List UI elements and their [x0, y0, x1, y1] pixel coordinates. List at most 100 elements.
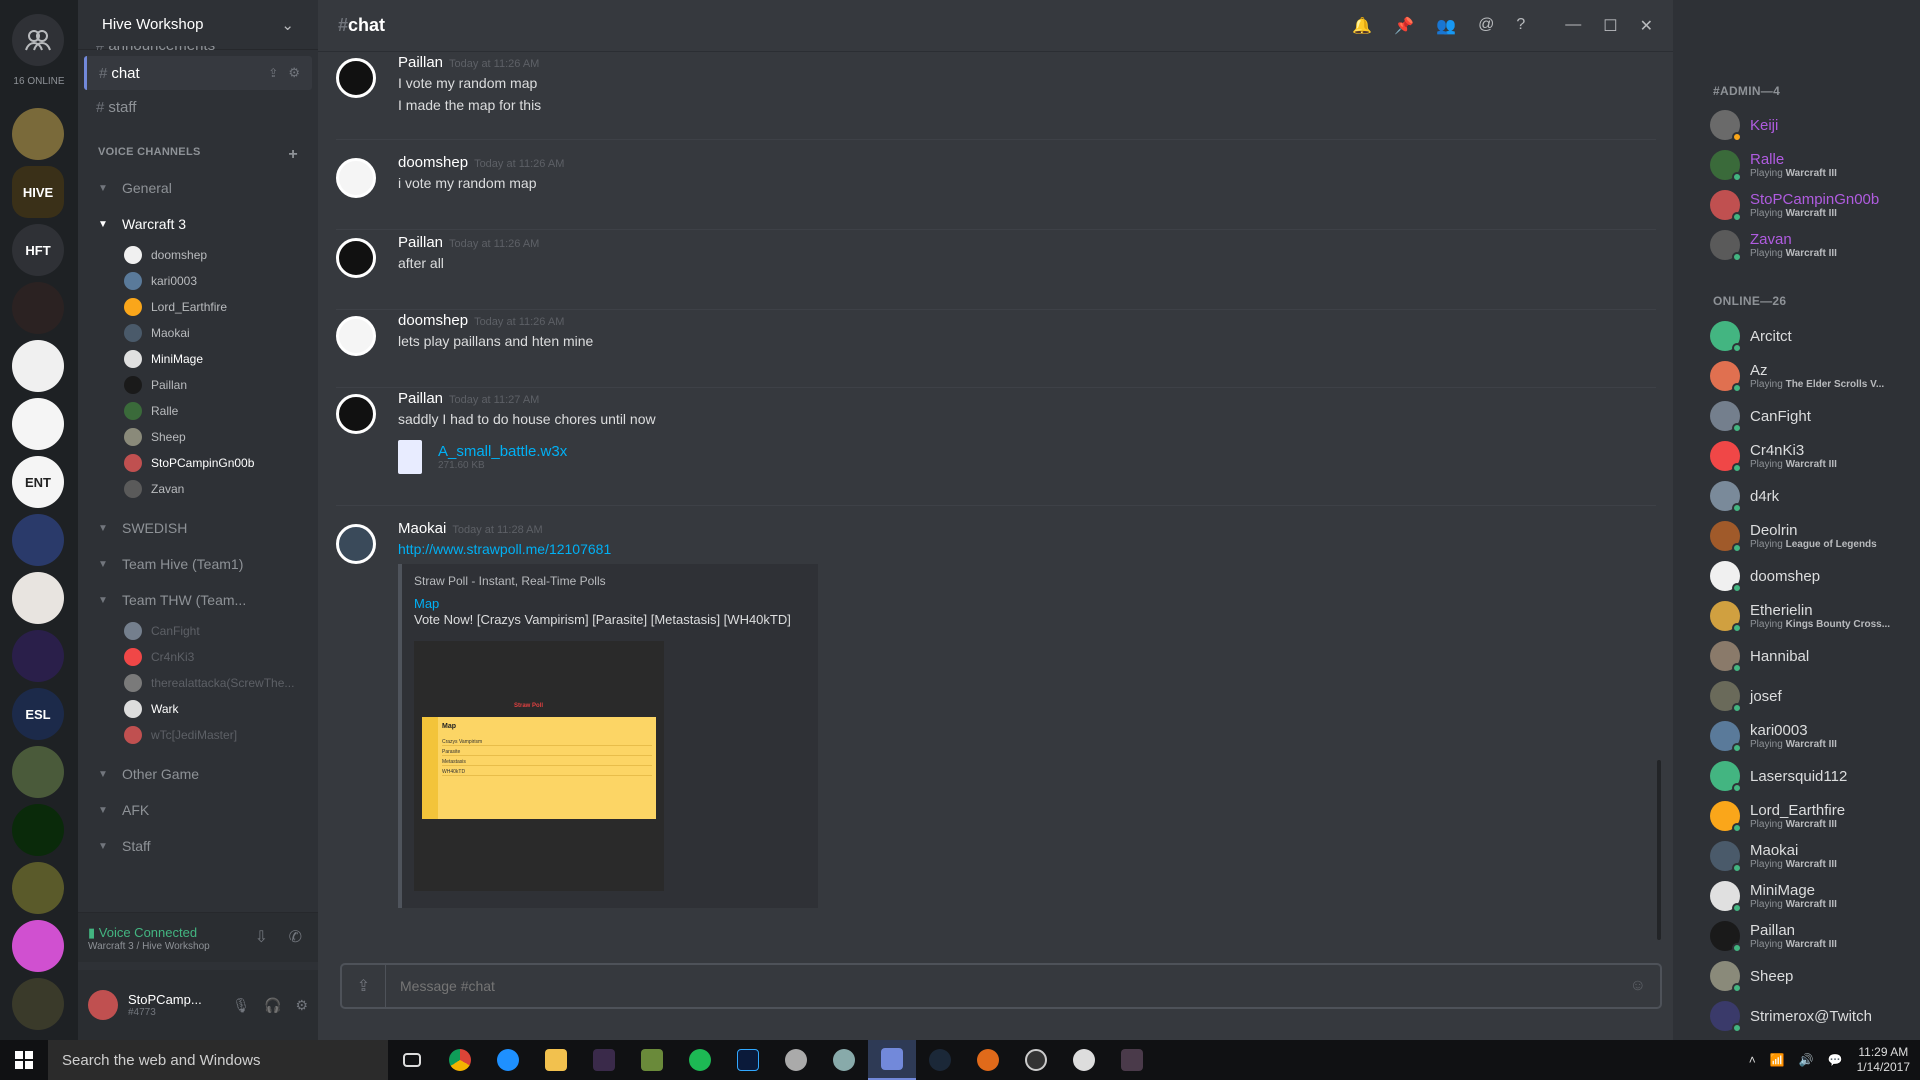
voice-user[interactable]: kari0003	[78, 268, 318, 294]
embed-image[interactable]: Straw Poll Map Crazys Vampirism Parasite Met…	[414, 641, 664, 891]
voice-user[interactable]: Zavan	[78, 476, 318, 502]
member-item[interactable]: Hannibal	[1710, 637, 1920, 675]
voice-user[interactable]: wTc[JediMaster]	[78, 722, 318, 748]
volume-icon[interactable]: 🔊	[1799, 1053, 1814, 1067]
notification-icon[interactable]: 💬	[1828, 1053, 1843, 1067]
voice-channel-general[interactable]: ▼ General	[78, 170, 318, 206]
server-icon[interactable]: HFT	[12, 224, 64, 276]
member-item[interactable]: josef	[1710, 677, 1920, 715]
member-item[interactable]: Deolrin Playing League of Legends	[1710, 517, 1920, 555]
member-item[interactable]: Lasersquid112	[1710, 757, 1920, 795]
message-input-box[interactable]: ⇪ ☺	[340, 963, 1662, 1009]
server-icon[interactable]	[12, 804, 64, 856]
voice-user[interactable]: Lord_Earthfire	[78, 294, 318, 320]
message-author[interactable]: Paillan	[398, 54, 443, 71]
scrollbar[interactable]	[1657, 760, 1661, 940]
member-item[interactable]: Zavan Playing Warcraft III	[1710, 226, 1920, 264]
photoshop-icon[interactable]	[724, 1040, 772, 1080]
voice-user[interactable]: Paillan	[78, 372, 318, 398]
avatar[interactable]	[88, 990, 118, 1020]
app-icon[interactable]	[772, 1040, 820, 1080]
settings-gear-icon[interactable]: ⚙	[295, 997, 308, 1014]
upload-icon[interactable]: ⇪	[342, 965, 386, 1007]
taskbar-search[interactable]: Search the web and Windows	[48, 1040, 388, 1080]
gear-icon[interactable]: ⚙	[288, 65, 300, 81]
task-view-icon[interactable]	[388, 1040, 436, 1080]
steam-icon[interactable]	[916, 1040, 964, 1080]
server-header[interactable]: Hive Workshop ⌄	[78, 0, 318, 50]
message-author[interactable]: Maokai	[398, 520, 446, 537]
members-icon[interactable]: 👥	[1436, 16, 1456, 36]
server-icon[interactable]	[12, 746, 64, 798]
member-item[interactable]: Maokai Playing Warcraft III	[1710, 837, 1920, 875]
disconnect-icon[interactable]: ✆	[289, 927, 302, 947]
chevron-down-icon[interactable]: ⌄	[281, 16, 294, 34]
file-link[interactable]: A_small_battle.w3x	[438, 443, 567, 460]
pin-icon[interactable]: 📌	[1394, 16, 1414, 36]
add-channel-icon[interactable]: +	[288, 146, 298, 164]
server-icon[interactable]	[12, 630, 64, 682]
message-author[interactable]: Paillan	[398, 234, 443, 251]
voice-user[interactable]: Sheep	[78, 424, 318, 450]
server-icon[interactable]: ESL	[12, 688, 64, 740]
member-item[interactable]: Keiji	[1710, 106, 1920, 144]
tray-chevron-icon[interactable]: ˄	[1749, 1053, 1756, 1067]
message-author[interactable]: doomshep	[398, 154, 468, 171]
minimize-icon[interactable]: —	[1565, 16, 1581, 36]
windows-start-icon[interactable]	[0, 1040, 48, 1080]
close-icon[interactable]: ✕	[1640, 16, 1653, 36]
channel-chat[interactable]: # chat ⇪ ⚙	[84, 56, 312, 90]
message-input[interactable]	[386, 978, 1630, 994]
network-icon[interactable]: 📶	[1770, 1053, 1785, 1067]
member-item[interactable]: Az Playing The Elder Scrolls V...	[1710, 357, 1920, 395]
server-icon[interactable]	[12, 862, 64, 914]
member-item[interactable]: Strimerox@Twitch	[1710, 997, 1920, 1035]
channel-announcements[interactable]: #announcements	[84, 46, 312, 56]
app-icon[interactable]	[1060, 1040, 1108, 1080]
discord-taskbar-icon[interactable]	[868, 1040, 916, 1080]
member-item[interactable]: Ralle Playing Warcraft III	[1710, 146, 1920, 184]
edge-icon[interactable]	[484, 1040, 532, 1080]
emoji-icon[interactable]: ☺	[1630, 977, 1646, 995]
message-author[interactable]: doomshep	[398, 312, 468, 329]
voice-user[interactable]: StoPCampinGn00b	[78, 450, 318, 476]
member-item[interactable]: d4rk	[1710, 477, 1920, 515]
voice-user[interactable]: CanFight	[78, 618, 318, 644]
invite-icon[interactable]: ⇪	[268, 66, 278, 80]
member-item[interactable]: doomshep	[1710, 557, 1920, 595]
member-item[interactable]: CanFight	[1710, 397, 1920, 435]
voice-channel-team-hive[interactable]: ▼ Team Hive (Team1)	[78, 546, 318, 582]
voice-user[interactable]: therealattacka(ScrewThe...	[78, 670, 318, 696]
server-icon[interactable]	[12, 920, 64, 972]
voice-user[interactable]: Wark	[78, 696, 318, 722]
member-item[interactable]: Lord_Earthfire Playing Warcraft III	[1710, 797, 1920, 835]
channel-staff[interactable]: # staff	[84, 90, 312, 124]
server-icon[interactable]	[12, 978, 64, 1030]
clock[interactable]: 11:29 AM 1/14/2017	[1857, 1045, 1910, 1075]
avatar[interactable]	[336, 58, 376, 98]
voice-channel-afk[interactable]: ▼ AFK	[78, 792, 318, 828]
app-icon[interactable]	[1108, 1040, 1156, 1080]
app-icon[interactable]	[820, 1040, 868, 1080]
member-item[interactable]: StoPCampinGn00b Playing Warcraft III	[1710, 186, 1920, 224]
avatar[interactable]	[336, 524, 376, 564]
voice-channel-team-thw[interactable]: ▼ Team THW (Team...	[78, 582, 318, 618]
avatar[interactable]	[336, 238, 376, 278]
avatar[interactable]	[336, 158, 376, 198]
server-icon[interactable]: ENT	[12, 456, 64, 508]
server-icon[interactable]	[12, 282, 64, 334]
mention-icon[interactable]: @	[1478, 16, 1494, 36]
member-item[interactable]: kari0003 Playing Warcraft III	[1710, 717, 1920, 755]
app-icon[interactable]	[964, 1040, 1012, 1080]
voice-channel-staff[interactable]: ▼ Staff	[78, 828, 318, 864]
server-icon[interactable]	[12, 108, 64, 160]
voice-user[interactable]: Ralle	[78, 398, 318, 424]
server-icon[interactable]	[12, 514, 64, 566]
voice-user[interactable]: Cr4nKi3	[78, 644, 318, 670]
warcraft-app-icon[interactable]	[580, 1040, 628, 1080]
member-item[interactable]: Cr4nKi3 Playing Warcraft III	[1710, 437, 1920, 475]
member-item[interactable]: Sheep	[1710, 957, 1920, 995]
member-item[interactable]: Etherielin Playing Kings Bounty Cross...	[1710, 597, 1920, 635]
message-link[interactable]: http://www.strawpoll.me/12107681	[398, 538, 818, 560]
spotify-icon[interactable]	[676, 1040, 724, 1080]
